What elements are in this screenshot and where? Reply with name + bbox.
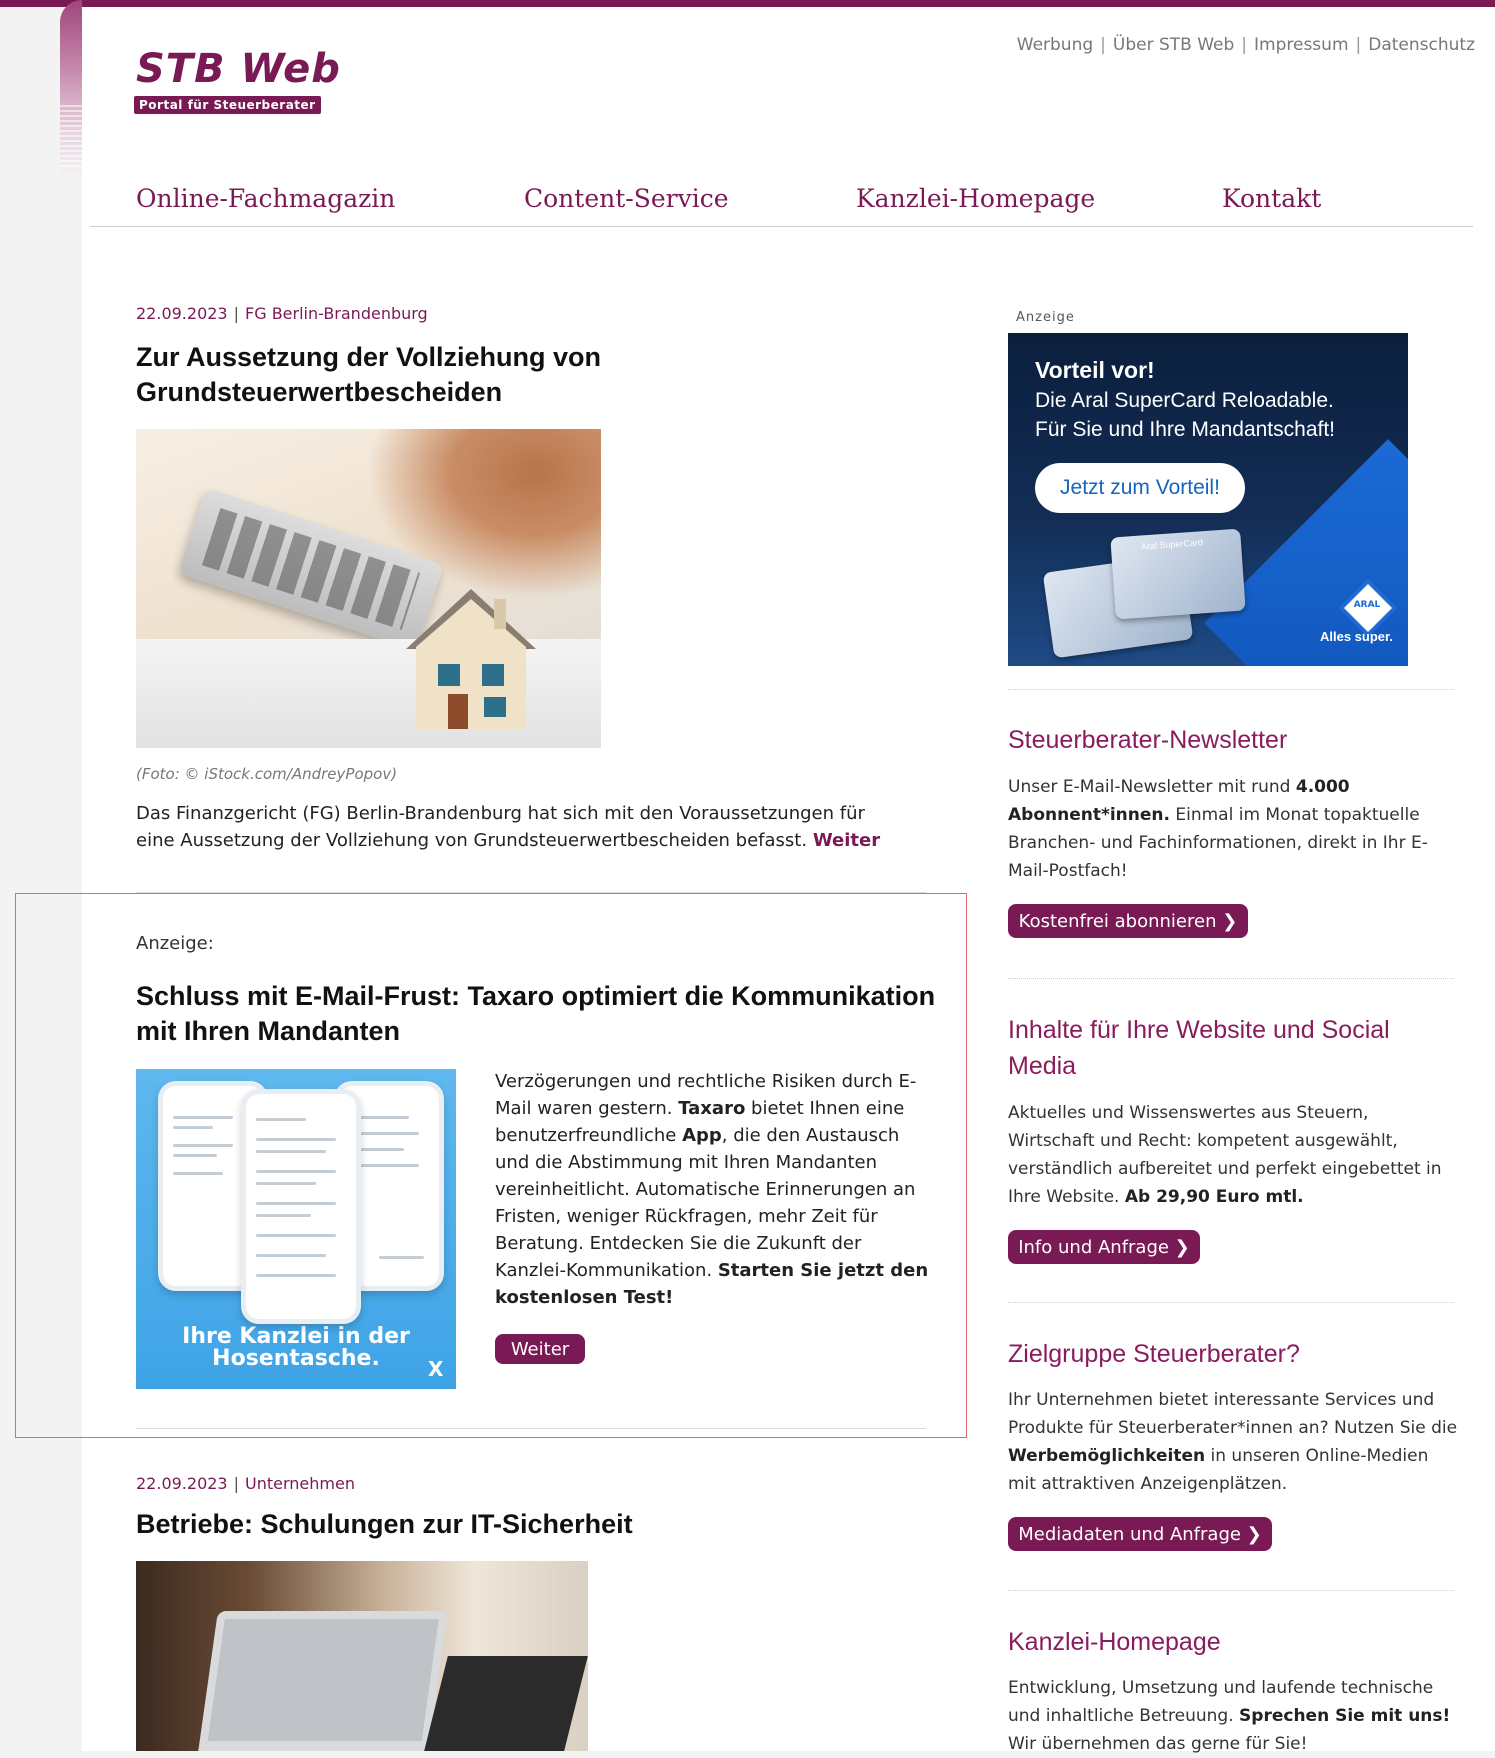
nav-online-fachmagazin[interactable]: Online-Fachmagazin bbox=[136, 184, 395, 213]
utility-links: Werbung | Über STB Web | Impressum | Datenschu… bbox=[1017, 35, 1475, 55]
text-segment: Wir übernehmen das gerne für Sie! bbox=[1008, 1734, 1308, 1754]
separator: | bbox=[233, 1474, 239, 1493]
article-category[interactable]: FG Berlin-Brandenburg bbox=[245, 304, 428, 323]
emphasis-text: App bbox=[682, 1125, 722, 1146]
mediadaten-button[interactable]: Mediadaten und Anfrage ❯ bbox=[1008, 1517, 1272, 1551]
emphasis-text: Werbemöglichkeiten bbox=[1008, 1446, 1206, 1466]
toplink-datenschutz[interactable]: Datenschutz bbox=[1368, 35, 1475, 55]
article1-title-line1: Zur Aussetzung der Vollziehung von bbox=[136, 342, 602, 372]
toplink-impressum[interactable]: Impressum bbox=[1254, 35, 1349, 55]
article1-title-line2: Grundsteuerwertbescheiden bbox=[136, 377, 503, 407]
site-logo-subtitle: Portal für Steuerberater bbox=[134, 96, 321, 114]
toplink-werbung[interactable]: Werbung bbox=[1017, 35, 1093, 55]
article1-meta: 22.09.2023 | FG Berlin-Brandenburg bbox=[136, 304, 428, 323]
separator: | bbox=[1355, 35, 1362, 55]
decorative-side-lines bbox=[60, 105, 82, 170]
content-info-button[interactable]: Info und Anfrage ❯ bbox=[1008, 1230, 1200, 1264]
teaser-text: eine Aussetzung der Vollziehung von Grun… bbox=[136, 830, 808, 851]
nav-content-service[interactable]: Content-Service bbox=[524, 184, 729, 213]
newsletter-subscribe-button[interactable]: Kostenfrei abonnieren ❯ bbox=[1008, 904, 1248, 938]
content-heading-line1: Inhalte für Ihre Website und Social bbox=[1008, 1016, 1390, 1044]
nav-kanzlei-homepage[interactable]: Kanzlei-Homepage bbox=[856, 184, 1095, 213]
aral-ad-banner[interactable]: Aral SuperCard Vorteil vor! Die Aral Sup… bbox=[1008, 333, 1408, 666]
content-heading-line2: Media bbox=[1008, 1052, 1077, 1080]
aral-tagline: Alles super. bbox=[1320, 629, 1393, 644]
aral-line2: Die Aral SuperCard Reloadable. bbox=[1035, 389, 1334, 412]
article1-more-link[interactable]: Weiter bbox=[813, 830, 880, 851]
aral-line3: Für Sie und Ihre Mandantschaft! bbox=[1035, 418, 1335, 441]
sidebar-divider bbox=[1008, 978, 1454, 979]
taxaro-caption-line1: Ihre Kanzlei in der bbox=[182, 1324, 410, 1349]
ad-more-button[interactable]: Weiter bbox=[495, 1334, 585, 1364]
article-date: 22.09.2023 bbox=[136, 1474, 228, 1493]
card-label: Aral SuperCard bbox=[1140, 537, 1204, 552]
article-divider bbox=[136, 1428, 926, 1429]
text-segment: Unser E-Mail-Newsletter mit rund bbox=[1008, 777, 1296, 797]
nav-kontakt[interactable]: Kontakt bbox=[1222, 184, 1321, 213]
photo-laptop bbox=[424, 1656, 588, 1751]
taxaro-ad-image[interactable]: Ihre Kanzlei in der Hosentasche. X bbox=[136, 1069, 456, 1389]
ad-title-line1: Schluss mit E-Mail-Frust: Taxaro optimie… bbox=[136, 981, 936, 1011]
aral-headline: Vorteil vor! bbox=[1035, 357, 1155, 383]
nav-divider bbox=[90, 226, 1473, 227]
article2-title[interactable]: Betriebe: Schulungen zur IT-Sicherheit bbox=[136, 1507, 633, 1542]
aral-cta-button[interactable]: Jetzt zum Vorteil! bbox=[1035, 463, 1245, 513]
content-text: Aktuelles und Wissenswertes aus Steuern,… bbox=[1008, 1099, 1460, 1211]
top-accent-bar bbox=[0, 0, 1495, 7]
text-segment: Ihr Unternehmen bietet interessante Serv… bbox=[1008, 1390, 1458, 1438]
emphasis-text: Taxaro bbox=[678, 1098, 746, 1119]
article-category[interactable]: Unternehmen bbox=[245, 1474, 355, 1493]
house-model-icon bbox=[406, 589, 536, 729]
emphasis-text: Sprechen Sie mit uns! bbox=[1239, 1706, 1451, 1726]
ad-body-text: Verzögerungen und rechtliche Risiken dur… bbox=[495, 1068, 935, 1311]
homepage-text: Entwicklung, Umsetzung und laufende tech… bbox=[1008, 1674, 1460, 1758]
phone-mockup-center bbox=[241, 1089, 361, 1324]
taxaro-caption-line2: Hosentasche. bbox=[212, 1346, 380, 1371]
taxaro-image-caption: Ihre Kanzlei in der Hosentasche. bbox=[136, 1326, 456, 1370]
ad-label: Anzeige: bbox=[136, 933, 214, 954]
article1-image-caption: (Foto: © iStock.com/AndreyPopov) bbox=[136, 765, 398, 783]
zielgruppe-heading: Zielgruppe Steuerberater? bbox=[1008, 1340, 1300, 1368]
separator: | bbox=[1100, 35, 1106, 55]
aral-logo-text: ARAL bbox=[1353, 600, 1381, 610]
emphasis-text: Ab 29,90 Euro mtl. bbox=[1124, 1187, 1304, 1207]
ad-title[interactable]: Schluss mit E-Mail-Frust: Taxaro optimie… bbox=[136, 979, 935, 1049]
sidebar-ad-label: Anzeige bbox=[1016, 310, 1075, 325]
article-date: 22.09.2023 bbox=[136, 304, 228, 323]
close-icon: X bbox=[428, 1357, 444, 1381]
homepage-heading: Kanzlei-Homepage bbox=[1008, 1628, 1221, 1656]
sidebar-divider bbox=[1008, 1590, 1454, 1591]
article2-image[interactable] bbox=[136, 1561, 588, 1751]
newsletter-heading: Steuerberater-Newsletter bbox=[1008, 726, 1288, 754]
article1-teaser: Das Finanzgericht (FG) Berlin-Brandenbur… bbox=[136, 800, 880, 854]
photo-monitor bbox=[194, 1611, 448, 1751]
separator: | bbox=[1241, 35, 1248, 55]
article1-title[interactable]: Zur Aussetzung der Vollziehung von Grund… bbox=[136, 340, 601, 410]
zielgruppe-text: Ihr Unternehmen bietet interessante Serv… bbox=[1008, 1386, 1460, 1498]
toplink-ueber[interactable]: Über STB Web bbox=[1113, 35, 1234, 55]
sidebar-divider bbox=[1008, 1302, 1454, 1303]
article1-teaser-line2: eine Aussetzung der Vollziehung von Grun… bbox=[136, 827, 880, 854]
newsletter-text: Unser E-Mail-Newsletter mit rund 4.000 A… bbox=[1008, 773, 1460, 885]
article1-image[interactable] bbox=[136, 429, 601, 748]
text-segment: , die den Austausch und die Abstimmung m… bbox=[495, 1125, 916, 1281]
card-image: Aral SuperCard bbox=[1110, 528, 1246, 620]
sidebar-divider bbox=[1008, 689, 1454, 690]
article1-teaser-line1: Das Finanzgericht (FG) Berlin-Brandenbur… bbox=[136, 803, 865, 824]
article2-meta: 22.09.2023 | Unternehmen bbox=[136, 1474, 355, 1493]
site-logo-title[interactable]: STB Web bbox=[136, 46, 341, 92]
separator: | bbox=[233, 304, 239, 323]
content-heading: Inhalte für Ihre Website und Social Medi… bbox=[1008, 1012, 1458, 1084]
ad-title-line2: mit Ihren Mandanten bbox=[136, 1016, 401, 1046]
